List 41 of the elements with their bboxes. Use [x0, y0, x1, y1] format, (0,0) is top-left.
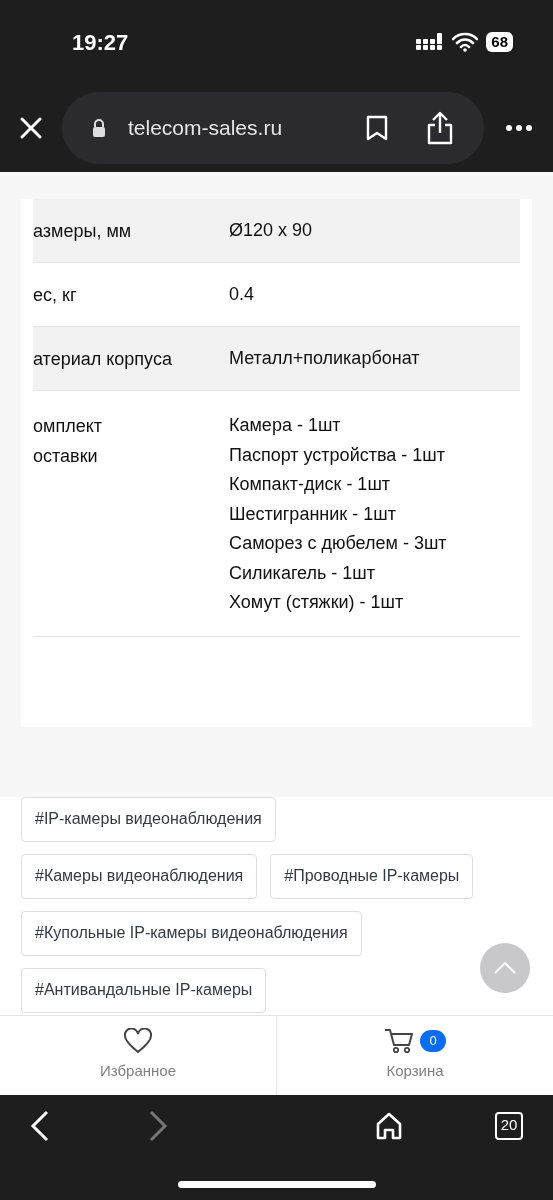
clock: 19:27: [72, 28, 129, 57]
spec-label: азмеры, мм: [33, 219, 133, 243]
spec-label: омплект: [33, 415, 103, 438]
more-icon[interactable]: [506, 125, 532, 131]
heart-icon: [123, 1027, 153, 1054]
battery-indicator: 68: [486, 32, 513, 52]
spec-value: Силикагель - 1шт: [229, 561, 377, 585]
forward-icon[interactable]: [148, 1109, 168, 1142]
wifi-icon: [452, 32, 479, 52]
bookmark-icon[interactable]: [366, 115, 388, 141]
tag-link[interactable]: #Камеры видеонаблюдения: [21, 853, 258, 899]
spec-value: Саморез с дюбелем - 3шт: [229, 532, 447, 555]
url-text: telecom-sales.ru: [128, 115, 283, 142]
spec-value: Металл+поликарбонат: [229, 346, 420, 370]
chevron-up-icon: [494, 961, 516, 974]
lock-icon: [92, 119, 106, 137]
tag-link[interactable]: #Антивандальные IP-камеры: [21, 967, 267, 1013]
spec-value: 0.4: [229, 282, 255, 306]
back-icon[interactable]: [30, 1109, 50, 1142]
spec-value: Камера - 1шт: [229, 414, 342, 437]
cart-icon: [384, 1027, 414, 1054]
address-bar[interactable]: telecom-sales.ru: [62, 92, 484, 164]
tag-link[interactable]: #IP-камеры видеонаблюдения: [21, 796, 276, 842]
spec-value: Шестигранник - 1шт: [229, 502, 397, 526]
tabs-button[interactable]: 20: [495, 1111, 523, 1140]
favorites-tab[interactable]: Избранное: [0, 1015, 276, 1095]
spec-value: Хомут (стяжки) - 1шт: [229, 591, 405, 614]
signal-icon: [416, 33, 445, 51]
tag-link[interactable]: #Проводные IP-камеры: [270, 853, 474, 899]
spec-value: Ø120 x 90: [229, 218, 313, 242]
home-icon[interactable]: [375, 1111, 403, 1140]
spec-label: ес, кг: [33, 283, 78, 307]
share-icon[interactable]: [426, 111, 454, 145]
cart-tab[interactable]: 0 Корзина: [276, 1015, 553, 1095]
tag-link[interactable]: #Купольные IP-камеры видеонаблюдения: [21, 910, 362, 956]
spec-value: Компакт-диск - 1шт: [229, 473, 392, 496]
spec-label: атериал корпуса: [33, 347, 173, 371]
spec-label: оставки: [33, 445, 99, 468]
cart-count-badge: 0: [420, 1029, 446, 1052]
close-button[interactable]: [18, 115, 44, 141]
spec-value: Паспорт устройства - 1шт: [229, 443, 446, 467]
